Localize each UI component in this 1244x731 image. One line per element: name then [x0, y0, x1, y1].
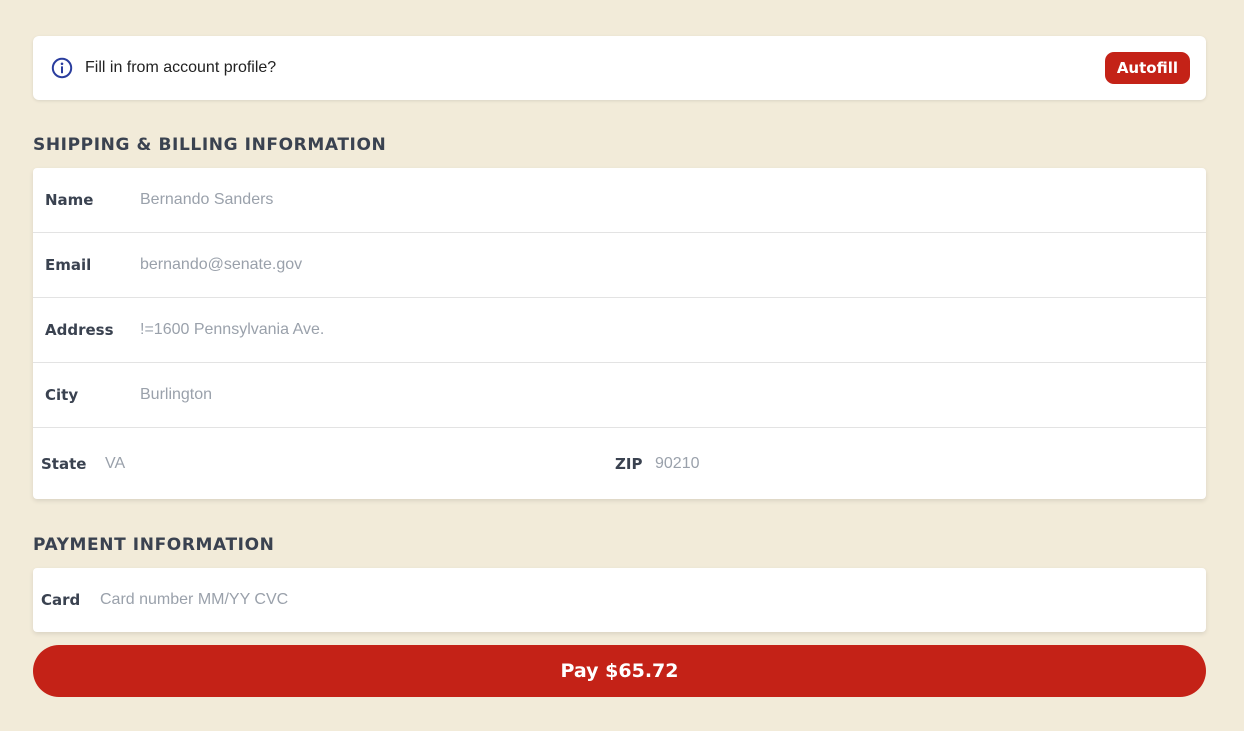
info-icon	[51, 57, 73, 79]
email-label: Email	[45, 256, 92, 274]
name-input[interactable]	[140, 185, 1206, 215]
zip-label: ZIP	[615, 454, 643, 473]
autofill-banner: Fill in from account profile? Autofill	[33, 36, 1206, 100]
payment-heading: PAYMENT INFORMATION	[33, 535, 275, 555]
card-input[interactable]	[100, 585, 1206, 615]
state-label: State	[41, 454, 87, 473]
shipping-card: Name Email Address City State ZIP	[33, 168, 1206, 499]
autofill-prompt: Fill in from account profile?	[85, 59, 277, 76]
state-input[interactable]	[105, 448, 615, 479]
email-row: Email	[33, 233, 1206, 298]
city-label: City	[45, 386, 79, 404]
payment-card: Card	[33, 568, 1206, 632]
shipping-heading: SHIPPING & BILLING INFORMATION	[33, 135, 387, 155]
card-label: Card	[41, 591, 81, 609]
name-row: Name	[33, 168, 1206, 233]
address-label: Address	[45, 321, 114, 339]
city-input[interactable]	[140, 380, 1206, 410]
email-input[interactable]	[140, 250, 1206, 280]
autofill-button[interactable]: Autofill	[1104, 52, 1190, 84]
address-input[interactable]	[140, 315, 1206, 345]
pay-button[interactable]: Pay $65.72	[33, 645, 1206, 697]
checkout-page: Fill in from account profile? Autofill S…	[0, 0, 1244, 731]
address-row: Address	[33, 298, 1206, 363]
city-row: City	[33, 363, 1206, 428]
state-zip-row: State ZIP	[33, 428, 1206, 499]
zip-input[interactable]	[655, 448, 1206, 479]
name-label: Name	[45, 191, 94, 209]
card-row: Card	[33, 568, 1206, 632]
